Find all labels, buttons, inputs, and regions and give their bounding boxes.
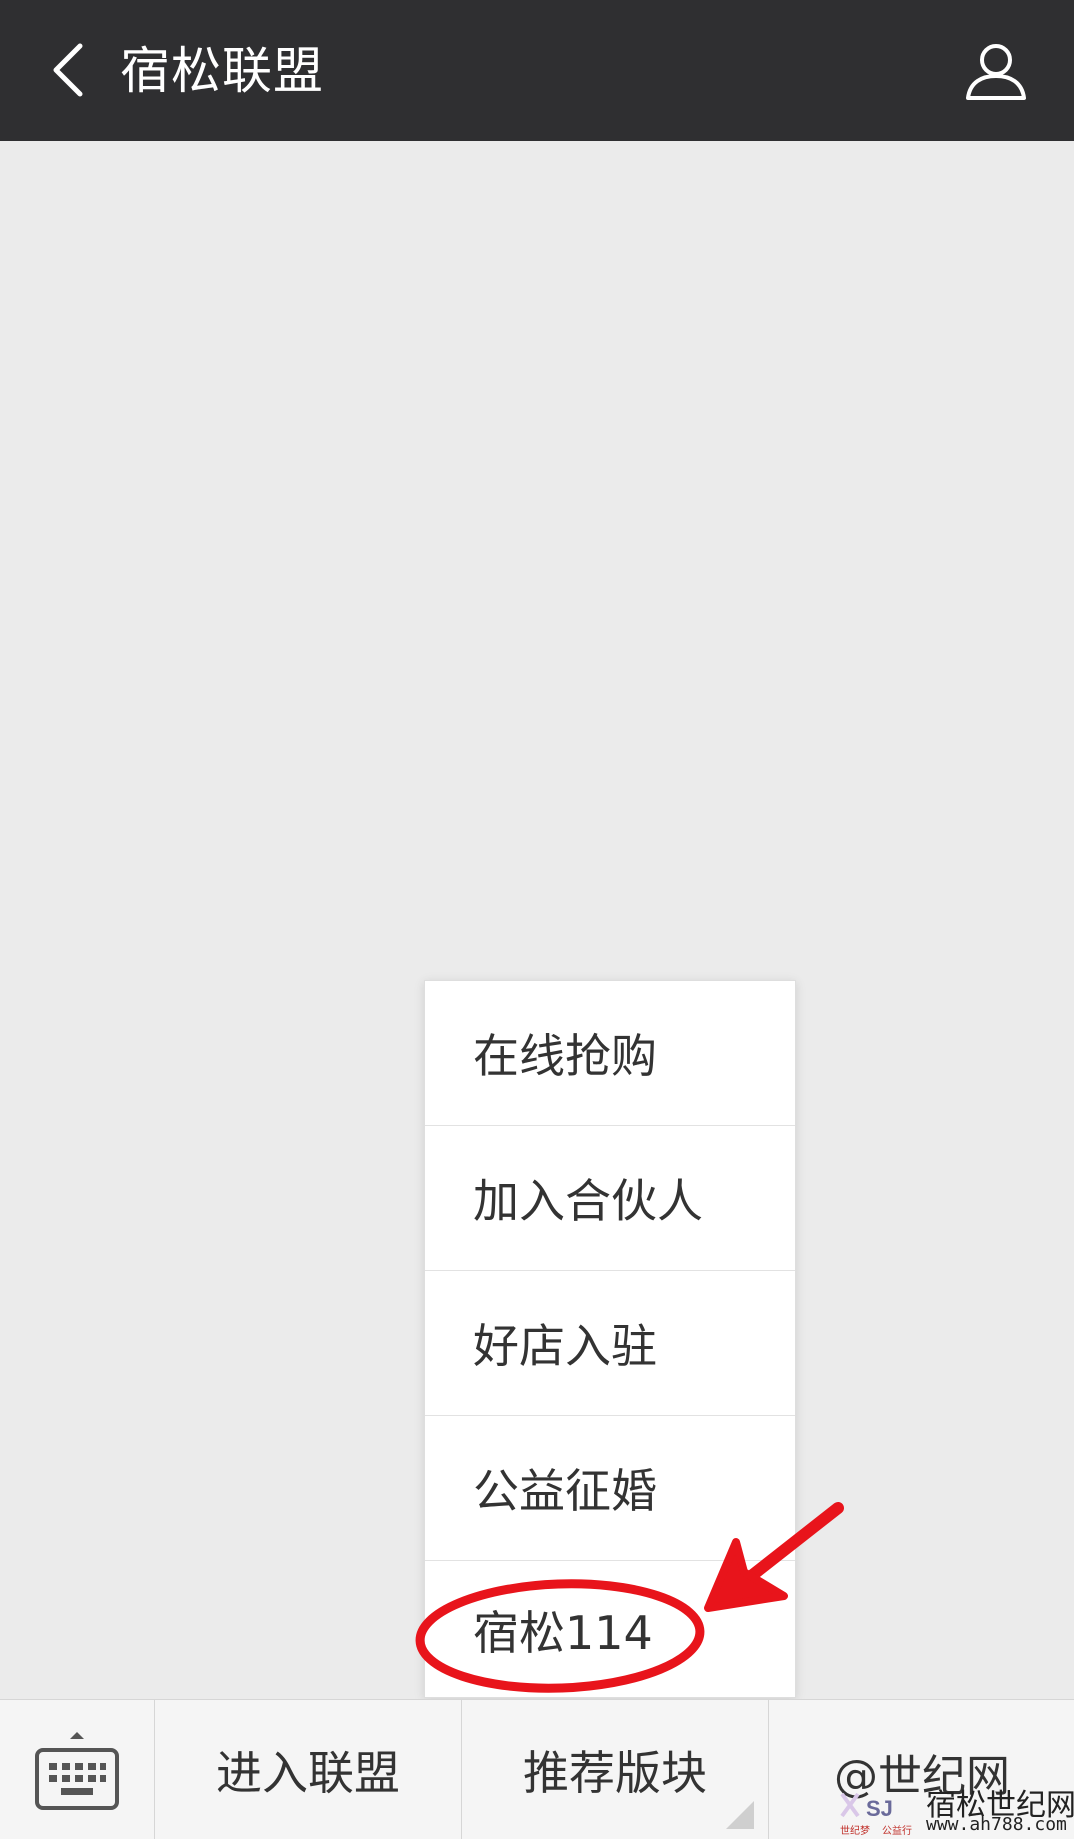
wechat-official-account-screen: 宿松联盟 在线抢购 加入合伙人 好店入驻 公益征婚 宿松114 进入联盟 推荐版… xyxy=(0,0,1074,1839)
top-navigation-bar: 宿松联盟 xyxy=(0,0,1074,141)
keyboard-toggle-button[interactable] xyxy=(0,1700,155,1839)
menu-item-join-partner[interactable]: 加入合伙人 xyxy=(425,1126,795,1271)
watermark-caption-left: 世纪梦 xyxy=(840,1825,870,1836)
watermark-logo-text: SJ xyxy=(866,1796,893,1821)
tab-label: 进入联盟 xyxy=(216,1745,400,1800)
watermark-url-text: www.ah788.com xyxy=(926,1814,1067,1835)
menu-item-label: 公益征婚 xyxy=(473,1464,657,1518)
menu-item-online-purchase[interactable]: 在线抢购 xyxy=(425,981,795,1126)
menu-item-charity-matchmaking[interactable]: 公益征婚 xyxy=(425,1416,795,1561)
keyboard-icon xyxy=(35,1731,119,1810)
person-icon xyxy=(966,44,1026,100)
menu-item-label: 在线抢购 xyxy=(473,1029,657,1083)
page-title: 宿松联盟 xyxy=(120,42,324,100)
chevron-left-icon xyxy=(53,43,83,97)
watermark-logo-icon: SJ 世纪梦 公益行 xyxy=(840,1792,912,1836)
menu-item-label: 宿松114 xyxy=(473,1606,653,1660)
submenu-popup: 在线抢购 加入合伙人 好店入驻 公益征婚 宿松114 xyxy=(424,980,796,1698)
menu-item-label: 好店入驻 xyxy=(473,1319,657,1373)
watermark: @世纪网 SJ 世纪梦 公益行 宿松世纪网 www.ah788.com xyxy=(834,1740,1074,1839)
submenu-indicator-icon xyxy=(726,1801,754,1829)
watermark-caption-right: 公益行 xyxy=(882,1824,912,1836)
menu-item-susong-114[interactable]: 宿松114 xyxy=(425,1561,795,1699)
menu-item-store-join[interactable]: 好店入驻 xyxy=(425,1271,795,1416)
tab-label: 推荐版块 xyxy=(523,1745,707,1800)
profile-button[interactable] xyxy=(958,34,1034,110)
tab-recommended-sections[interactable]: 推荐版块 xyxy=(462,1700,769,1839)
menu-item-label: 加入合伙人 xyxy=(473,1174,703,1228)
back-button[interactable] xyxy=(32,34,104,106)
tab-join-alliance[interactable]: 进入联盟 xyxy=(155,1700,462,1839)
